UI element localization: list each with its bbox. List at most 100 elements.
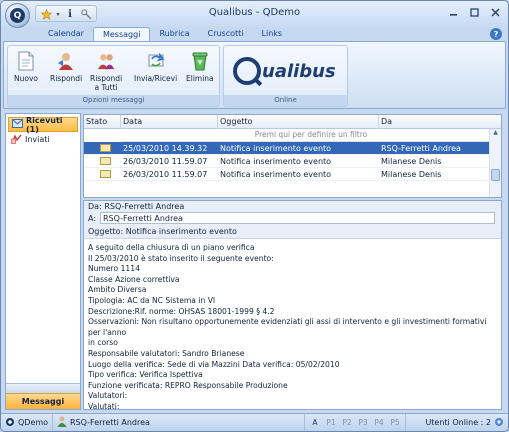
app-menu-button[interactable]: Q <box>5 3 30 28</box>
delete-icon <box>190 51 210 71</box>
preview-header: Da: RSQ-Ferretti Andrea A: RSQ-Ferretti … <box>84 201 501 239</box>
status-bar: QDemo RSQ-Ferretti Andrea A P1 P2 P3 P4 … <box>1 413 508 431</box>
new-document-icon <box>16 51 36 71</box>
tab-cruscotti[interactable]: Cruscotti <box>199 27 253 42</box>
group-online: ualibus Online <box>223 45 348 107</box>
group-opzioni-messaggi: Nuovo Rispondi Rispondi a Tutti Invia/Ri… <box>7 45 220 107</box>
window-title: Qualibus - QDemo <box>208 7 301 18</box>
message-preview: Da: RSQ-Ferretti Andrea A: RSQ-Ferretti … <box>83 200 502 411</box>
preview-from: Da: RSQ-Ferretti Andrea <box>88 202 184 211</box>
pane-splitter[interactable] <box>6 383 80 393</box>
status-key-p2: P2 <box>342 418 352 427</box>
close-icon[interactable] <box>485 4 505 20</box>
status-online-label: Utenti Online : 2 <box>425 418 491 427</box>
tab-calendar[interactable]: Calendar <box>39 27 93 42</box>
preview-subject: Oggetto: Notifica inserimento evento <box>88 227 237 236</box>
status-user: RSQ-Ferretti Andrea <box>53 413 305 431</box>
status-key-p4: P4 <box>374 418 384 427</box>
user-icon <box>57 416 67 429</box>
date-cell: 26/03/2010 11.59.07 <box>123 157 208 166</box>
subject-cell: Notifica inserimento evento <box>220 144 332 153</box>
table-row[interactable]: 26/03/2010 11.59.07 Notifica inserimento… <box>84 168 501 181</box>
minimize-icon[interactable] <box>443 4 463 20</box>
status-key-p1: P1 <box>326 418 336 427</box>
subject-cell: Notifica inserimento evento <box>220 157 332 166</box>
column-header-oggetto[interactable]: Oggetto <box>218 115 379 129</box>
new-button[interactable]: Nuovo <box>14 51 38 83</box>
folder-inviati[interactable]: Inviati <box>8 132 80 147</box>
date-cell: 26/03/2010 11.59.07 <box>123 170 208 179</box>
table-row[interactable]: 25/03/2010 14.39.32 Notifica inserimento… <box>84 142 501 155</box>
app-logo-icon: Q <box>10 8 25 23</box>
from-cell: Milanese Denis <box>381 170 442 179</box>
status-cell <box>84 142 121 154</box>
group-label-online: Online <box>224 95 347 106</box>
folder-ricevuti[interactable]: Ricevuti (1) <box>8 115 78 134</box>
column-header-da[interactable]: Da <box>379 115 491 129</box>
inbox-icon <box>12 119 23 130</box>
new-button-label: Nuovo <box>14 74 38 83</box>
app-status-icon <box>5 417 15 429</box>
subject-value: Notifica inserimento evento <box>125 227 237 236</box>
from-label: Da: <box>88 202 102 211</box>
nav-messaggi-button[interactable]: Messaggi <box>6 393 80 409</box>
reply-all-button[interactable]: Rispondi a Tutti <box>90 51 122 92</box>
reply-icon <box>56 51 76 71</box>
from-cell: RSQ-Ferretti Andrea <box>381 144 461 153</box>
status-cell <box>84 168 121 180</box>
message-body: A seguito della chiusura di un piano ver… <box>88 243 487 411</box>
scroll-thumb[interactable] <box>491 169 500 181</box>
table-row[interactable]: 26/03/2010 11.59.07 Notifica inserimento… <box>84 155 501 168</box>
scroll-up-icon[interactable]: ▲ <box>490 129 501 139</box>
sent-icon <box>11 133 22 146</box>
send-receive-icon <box>146 51 166 71</box>
reply-all-icon <box>96 51 116 71</box>
folder-pane: Ricevuti (1) Inviati Messaggi <box>5 113 81 410</box>
column-header-stato[interactable]: Stato <box>84 115 121 129</box>
list-header: Stato Data Oggetto Da <box>84 115 501 129</box>
message-list: Stato Data Oggetto Da Premi qui per defi… <box>83 114 502 198</box>
title-bar: Q ▾ i Qualibus - QDemo <box>1 1 508 28</box>
subject-label: Oggetto: <box>88 227 124 236</box>
from-cell: Milanese Denis <box>381 157 442 166</box>
maximize-icon[interactable] <box>464 4 484 20</box>
delete-button-label: Elimina <box>186 74 214 83</box>
qualibus-logo-text: ualibus <box>262 60 336 82</box>
status-online: Utenti Online : 2 <box>406 414 508 432</box>
reply-button[interactable]: Rispondi <box>50 51 82 83</box>
subject-cell: Notifica inserimento evento <box>220 170 332 179</box>
tab-rubrica[interactable]: Rubrica <box>150 27 198 42</box>
ribbon-tabs: Calendar Messaggi Rubrica Cruscotti Link… <box>39 27 291 42</box>
group-label-opzioni-messaggi: Opzioni messaggi <box>8 95 219 106</box>
from-value: RSQ-Ferretti Andrea <box>104 202 185 211</box>
unread-mail-icon <box>100 144 111 152</box>
send-receive-button-label: Invia/Ricevi <box>134 74 178 83</box>
list-scrollbar[interactable]: ▲ <box>489 129 501 197</box>
folder-inviati-label: Inviati <box>25 135 50 144</box>
status-key-a: A <box>312 418 318 427</box>
ribbon: Nuovo Rispondi Rispondi a Tutti Invia/Ri… <box>3 41 506 109</box>
reply-all-button-label: Rispondi a Tutti <box>90 74 123 92</box>
send-receive-button[interactable]: Invia/Ricevi <box>134 51 177 83</box>
read-mail-icon <box>100 170 111 178</box>
to-field[interactable]: RSQ-Ferretti Andrea <box>100 212 495 224</box>
application-window: Q ▾ i Qualibus - QDemo Calendar Messaggi… <box>0 0 509 432</box>
delete-button[interactable]: Elimina <box>186 51 214 83</box>
online-users-icon <box>494 417 504 429</box>
status-app-label: QDemo <box>18 418 49 427</box>
column-header-data[interactable]: Data <box>121 115 218 129</box>
window-controls <box>443 4 505 20</box>
reply-button-label: Rispondi <box>50 74 83 83</box>
status-cell <box>84 155 121 167</box>
to-label: A: <box>88 214 97 223</box>
status-key-p3: P3 <box>358 418 368 427</box>
tab-links[interactable]: Links <box>253 27 292 42</box>
help-icon[interactable]: ? <box>490 28 502 40</box>
date-cell: 25/03/2010 14.39.32 <box>123 144 208 153</box>
folder-ricevuti-label: Ricevuti (1) <box>26 115 63 134</box>
status-user-label: RSQ-Ferretti Andrea <box>70 418 150 427</box>
status-keys: A P1 P2 P3 P4 P5 <box>305 413 406 431</box>
filter-row[interactable]: Premi qui per definire un filtro <box>121 129 501 142</box>
read-mail-icon <box>100 157 111 165</box>
tab-messaggi[interactable]: Messaggi <box>92 27 151 42</box>
